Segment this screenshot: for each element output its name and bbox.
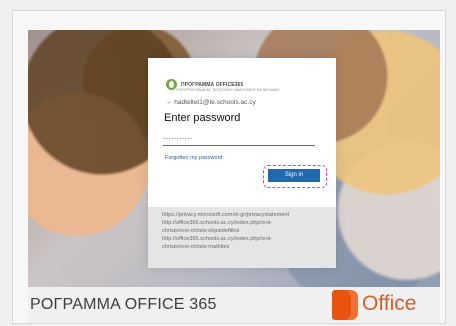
info-line-2: http://office365.schools.ac.cy/index.php… xyxy=(162,220,273,226)
info-line-3: chrisis/oroi-chrisis-ekpaideftikoi xyxy=(162,228,240,234)
brand-line-1: ΠΡΟΓΡΑΜΜΑ OFFICE365 xyxy=(181,81,244,88)
account-email-back-link[interactable]: ← hadteltet1@te.schools.ac.cy xyxy=(166,99,256,106)
brand-line-2: ΥΠΟΥΡΓΕΙΟ ΠΑΙΔΕΙΑΣ, ΠΟΛΙΤΙΣΜΟΥ, ΑΘΛΗΤΙΣΜ… xyxy=(176,88,280,92)
password-field[interactable]: ··········· xyxy=(163,132,315,146)
info-line-5: chrisis/oroi-chrisis-mathites xyxy=(162,244,230,250)
page-title: Enter password xyxy=(164,112,241,124)
sign-in-button[interactable]: Sign in xyxy=(268,169,320,182)
info-line-1: https://privacy.microsoft.com/el-gr/priv… xyxy=(162,212,290,218)
forgot-password-link[interactable]: Forgotten my password xyxy=(165,155,222,161)
office-logo-icon xyxy=(332,290,358,320)
bottom-banner-text: ΡΟΓΡΑΜΜΑ OFFICE 365 xyxy=(30,296,217,313)
info-line-4: http://office365.schools.ac.cy/index.php… xyxy=(162,236,273,242)
office-logo-text: Office xyxy=(362,292,417,315)
page-root: ΡΟΓΡΑΜΜΑ OFFICE 365 Office ΠΡΟΓΡΑΜΜΑ OFF… xyxy=(0,0,456,326)
